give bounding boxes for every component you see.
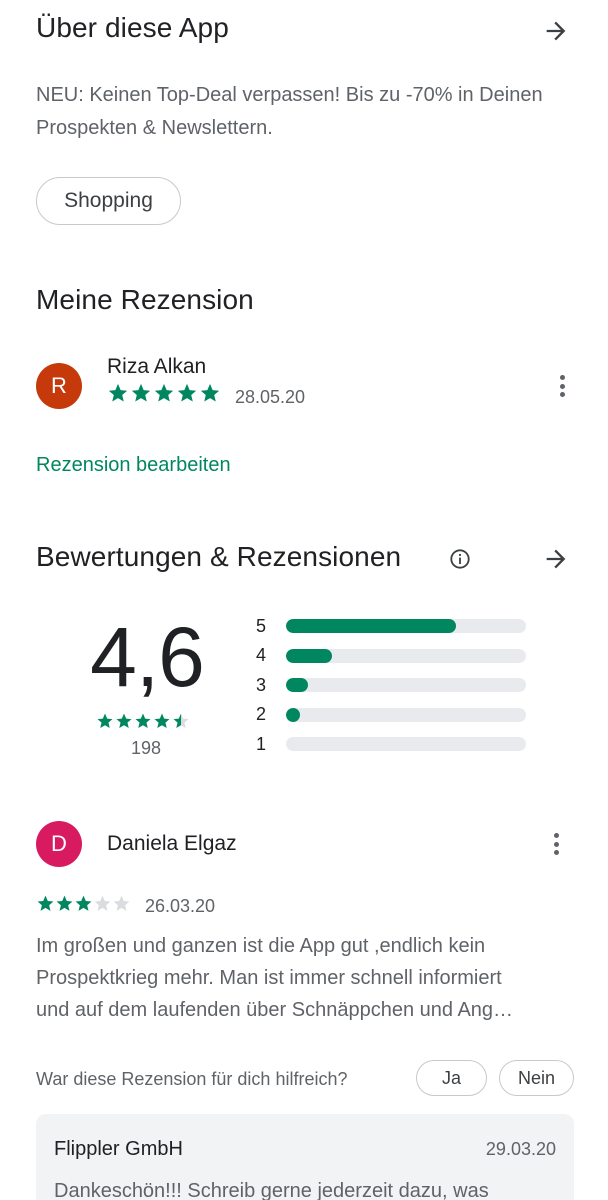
rating-bar-4: 4 (256, 645, 526, 666)
star-icon (36, 894, 55, 918)
about-arrow-icon[interactable] (541, 16, 571, 46)
my-review-title: Meine Rezension (36, 284, 254, 315)
star-icon (134, 712, 152, 735)
star-icon (96, 712, 114, 735)
avatar: R (36, 363, 82, 409)
about-title: Über diese App (36, 12, 229, 43)
review-date: 26.03.20 (145, 896, 216, 916)
star-icon (115, 712, 133, 735)
avatar: D (36, 821, 82, 867)
average-stars (96, 713, 191, 733)
developer-reply: Flippler GmbH 29.03.20 Dankeschön!!! Sch… (36, 1114, 574, 1200)
star-icon (93, 894, 112, 918)
helpful-question: War diese Rezension für dich hilfreich? (36, 1069, 348, 1089)
rating-bar-3: 3 (256, 675, 526, 695)
star-icon (172, 712, 190, 735)
star-icon (55, 894, 74, 918)
rating-bar-label: 3 (256, 674, 267, 695)
helpful-yes-button[interactable]: Ja (416, 1060, 487, 1096)
app-description: NEU: Keinen Top-Deal verpassen! Bis zu -… (36, 84, 543, 139)
helpful-no-button[interactable]: Nein (499, 1060, 574, 1096)
rating-bar-fill (286, 619, 457, 633)
reply-date: 29.03.20 (485, 1139, 556, 1159)
rating-bar-fill (286, 707, 301, 722)
star-icon (112, 894, 131, 918)
review-more-icon[interactable] (544, 829, 568, 859)
rating-bar-1: 1 (256, 734, 526, 754)
reviewer-name: Daniela Elgaz (107, 832, 237, 855)
review-stars (36, 894, 131, 918)
review-text-line: und auf dem laufenden über Schnäppchen u… (36, 999, 514, 1021)
rating-bar-track (286, 648, 526, 663)
rating-bar-label: 1 (256, 733, 267, 754)
rating-bar-2: 2 (256, 704, 526, 725)
my-review-date: 28.05.20 (235, 387, 306, 407)
reply-text: Dankeschön!!! Schreib gerne jederzeit da… (54, 1180, 489, 1200)
rating-bar-5: 5 (256, 616, 526, 636)
star-icon (153, 382, 175, 409)
rating-bar-track (286, 619, 526, 633)
star-icon (176, 382, 198, 409)
rating-bar-label: 5 (256, 615, 267, 636)
rating-bar-label: 4 (256, 645, 267, 665)
rating-bar-track (286, 678, 526, 692)
rating-bar-track (286, 737, 526, 751)
star-icon (74, 894, 93, 918)
review-text: Im großen und ganzen ist die App gut ,en… (36, 930, 586, 1026)
rating-bar-fill (286, 648, 332, 663)
review-text-line: Prospektkrieg mehr. Man ist immer schnel… (36, 967, 502, 989)
rating-count: 198 (130, 738, 162, 758)
ratings-title: Bewertungen & Rezensionen (36, 541, 402, 572)
info-icon[interactable] (449, 548, 471, 570)
average-rating: 4,6 (90, 610, 205, 704)
star-icon (130, 382, 152, 409)
rating-bar-fill (286, 678, 308, 692)
star-icon (199, 382, 221, 409)
rating-bar-label: 2 (256, 704, 267, 724)
category-chip[interactable]: Shopping (36, 177, 181, 225)
star-icon (153, 712, 171, 735)
review-text-line: Im großen und ganzen ist die App gut ,en… (36, 935, 486, 957)
rating-bar-track (286, 707, 526, 722)
edit-review-link[interactable]: Rezension bearbeiten (36, 454, 231, 477)
reviewer-name: Riza Alkan (107, 355, 207, 378)
developer-name: Flippler GmbH (54, 1138, 183, 1160)
ratings-arrow-icon[interactable] (541, 544, 571, 574)
my-review-more-icon[interactable] (550, 371, 574, 401)
my-review-stars (107, 382, 222, 409)
star-icon (107, 382, 129, 409)
